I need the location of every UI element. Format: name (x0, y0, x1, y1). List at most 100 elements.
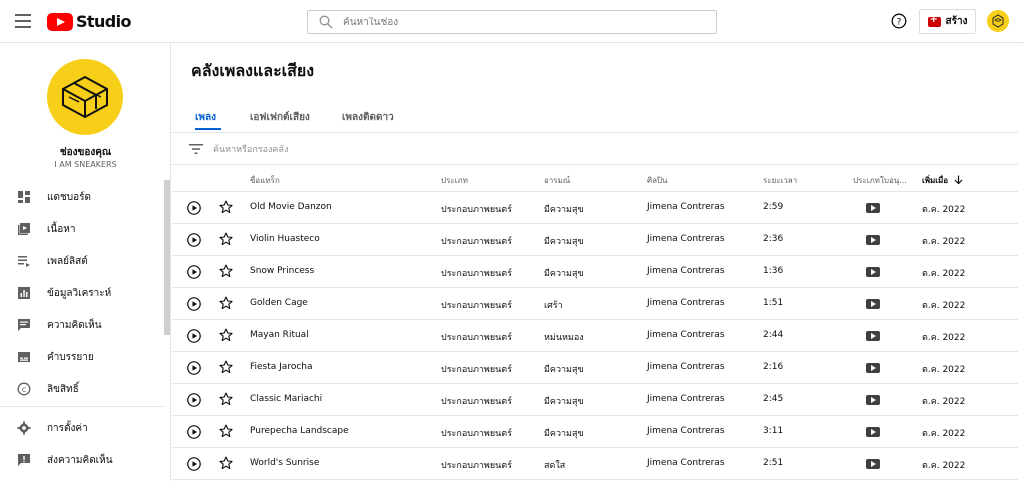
track-added-date: ต.ค. 2022 (922, 397, 966, 407)
sidebar-item-subtitles[interactable]: คำบรรยาย (0, 341, 164, 373)
column-header-added[interactable]: เพิ่มเมื่อ (922, 174, 963, 187)
track-artist: Jimena Contreras (647, 202, 725, 212)
sidebar-scrollbar[interactable] (164, 180, 170, 335)
track-genre: ประกอบภาพยนตร์ (441, 365, 512, 375)
sidebar-item-label: ส่งความคิดเห็น (47, 454, 113, 466)
column-header-artist[interactable]: ศิลปิน (647, 174, 668, 187)
star-icon[interactable] (219, 200, 233, 214)
tab-sound-effects[interactable]: เอฟเฟกต์เสียง (250, 110, 310, 125)
sidebar-item-analytics[interactable]: ข้อมูลวิเคราะห์ (0, 277, 164, 309)
track-genre: ประกอบภาพยนตร์ (441, 301, 512, 311)
sidebar-item-comments[interactable]: ความคิดเห็น (0, 309, 164, 341)
table-row[interactable]: Violin Huasteco ประกอบภาพยนตร์ มีความสุข Ji… (172, 224, 1018, 256)
table-row[interactable]: Classic Mariachi ประกอบภาพยนตร์ มีความสุข J… (172, 384, 1018, 416)
sidebar-item-label: ข้อมูลวิเคราะห์ (47, 287, 112, 299)
track-added-date: ต.ค. 2022 (922, 365, 966, 375)
sidebar-item-content[interactable]: เนื้อหา (0, 213, 164, 245)
help-icon[interactable]: ? (891, 13, 907, 29)
track-title: Golden Cage (250, 298, 308, 308)
table-row[interactable]: Old Movie Danzon ประกอบภาพยนตร์ มีความสุข J… (172, 192, 1018, 224)
sidebar-item-feedback[interactable]: ส่งความคิดเห็น (0, 444, 164, 476)
track-genre: ประกอบภาพยนตร์ (441, 237, 512, 247)
youtube-license-icon (866, 299, 880, 309)
play-icon[interactable] (187, 201, 201, 215)
channel-logo-icon (62, 75, 108, 119)
play-icon[interactable] (187, 361, 201, 375)
track-title: Purepecha Landscape (250, 426, 349, 436)
play-icon[interactable] (187, 457, 201, 471)
star-icon[interactable] (219, 360, 233, 374)
track-duration: 2:16 (763, 362, 784, 372)
sidebar-item-label: ความคิดเห็น (47, 319, 102, 331)
track-added-date: ต.ค. 2022 (922, 301, 966, 311)
logo-text: Studio (76, 12, 132, 31)
studio-logo[interactable]: Studio (47, 12, 132, 31)
column-header-duration[interactable]: ระยะเวลา (763, 174, 797, 187)
table-row[interactable]: World's Sunrise ประกอบภาพยนตร์ สดใส Jimena … (172, 448, 1018, 480)
track-duration: 1:51 (763, 298, 784, 308)
create-button[interactable]: สร้าง (919, 9, 976, 34)
search-input[interactable] (343, 16, 703, 28)
track-mood: หม่นหมอง (544, 333, 584, 343)
star-icon[interactable] (219, 264, 233, 278)
account-avatar[interactable] (987, 10, 1009, 32)
column-header-mood[interactable]: อารมณ์ (544, 174, 570, 187)
track-added-date: ต.ค. 2022 (922, 205, 966, 215)
table-row[interactable]: Mayan Ritual ประกอบภาพยนตร์ หม่นหมอง Jimena… (172, 320, 1018, 352)
track-artist: Jimena Contreras (647, 330, 725, 340)
column-header-genre[interactable]: ประเภท (441, 174, 468, 187)
star-icon[interactable] (219, 232, 233, 246)
tabs-divider (172, 132, 1018, 133)
table-row[interactable]: Fiesta Jarocha ประกอบภาพยนตร์ มีความสุข Jim… (172, 352, 1018, 384)
youtube-license-icon (866, 267, 880, 277)
track-duration: 1:36 (763, 266, 784, 276)
track-genre: ประกอบภาพยนตร์ (441, 461, 512, 471)
play-icon[interactable] (187, 329, 201, 343)
sidebar-divider (0, 406, 165, 407)
column-header-added-label: เพิ่มเมื่อ (922, 176, 949, 185)
play-icon[interactable] (187, 233, 201, 247)
channel-title: ช่องของคุณ (59, 147, 112, 158)
search-box[interactable] (307, 10, 717, 34)
play-icon[interactable] (187, 393, 201, 407)
tab-music[interactable]: เพลง (195, 110, 216, 125)
main-content: คลังเพลงและเสียง เพลง เอฟเฟกต์เสียง เพลง… (172, 43, 1018, 481)
play-icon[interactable] (187, 297, 201, 311)
filter-icon[interactable] (189, 143, 203, 155)
track-genre: ประกอบภาพยนตร์ (441, 269, 512, 279)
track-artist: Jimena Contreras (647, 362, 725, 372)
table-row[interactable]: Snow Princess ประกอบภาพยนตร์ มีความสุข Jime… (172, 256, 1018, 288)
play-icon[interactable] (187, 425, 201, 439)
channel-avatar[interactable] (47, 59, 123, 135)
track-artist: Jimena Contreras (647, 426, 725, 436)
sidebar-item-label: เนื้อหา (47, 223, 76, 235)
create-label: สร้าง (945, 16, 968, 27)
star-icon[interactable] (219, 392, 233, 406)
comments-icon (18, 319, 30, 331)
star-icon[interactable] (219, 328, 233, 342)
table-row[interactable]: Golden Cage ประกอบภาพยนตร์ เศร้า Jimena Con… (172, 288, 1018, 320)
column-header-license[interactable]: ประเภทใบอนุ... (853, 174, 907, 187)
playlist-icon (18, 256, 30, 267)
table-row[interactable]: Purepecha Landscape ประกอบภาพยนตร์ มีความส… (172, 416, 1018, 448)
track-title: Fiesta Jarocha (250, 362, 313, 372)
star-icon[interactable] (219, 456, 233, 470)
sidebar-item-copyright[interactable]: c ลิขสิทธิ์ (0, 373, 164, 405)
sidebar-item-settings[interactable]: การตั้งค่า (0, 412, 164, 444)
sidebar-item-playlists[interactable]: เพลย์ลิสต์ (0, 245, 164, 277)
star-icon[interactable] (219, 296, 233, 310)
column-header-title[interactable]: ชื่อแทร็ก (250, 174, 280, 187)
track-added-date: ต.ค. 2022 (922, 333, 966, 343)
track-added-date: ต.ค. 2022 (922, 269, 966, 279)
menu-icon[interactable] (15, 14, 31, 28)
track-duration: 2:45 (763, 394, 784, 404)
create-video-icon (927, 14, 941, 27)
page-title: คลังเพลงและเสียง (191, 61, 315, 80)
tab-starred[interactable]: เพลงติดดาว (342, 110, 394, 125)
sidebar-item-dashboard[interactable]: แดชบอร์ด (0, 181, 164, 213)
filter-input[interactable]: ค้นหาหรือกรองคลัง (213, 142, 288, 156)
track-added-date: ต.ค. 2022 (922, 237, 966, 247)
star-icon[interactable] (219, 424, 233, 438)
track-title: Classic Mariachi (250, 394, 323, 404)
play-icon[interactable] (187, 265, 201, 279)
